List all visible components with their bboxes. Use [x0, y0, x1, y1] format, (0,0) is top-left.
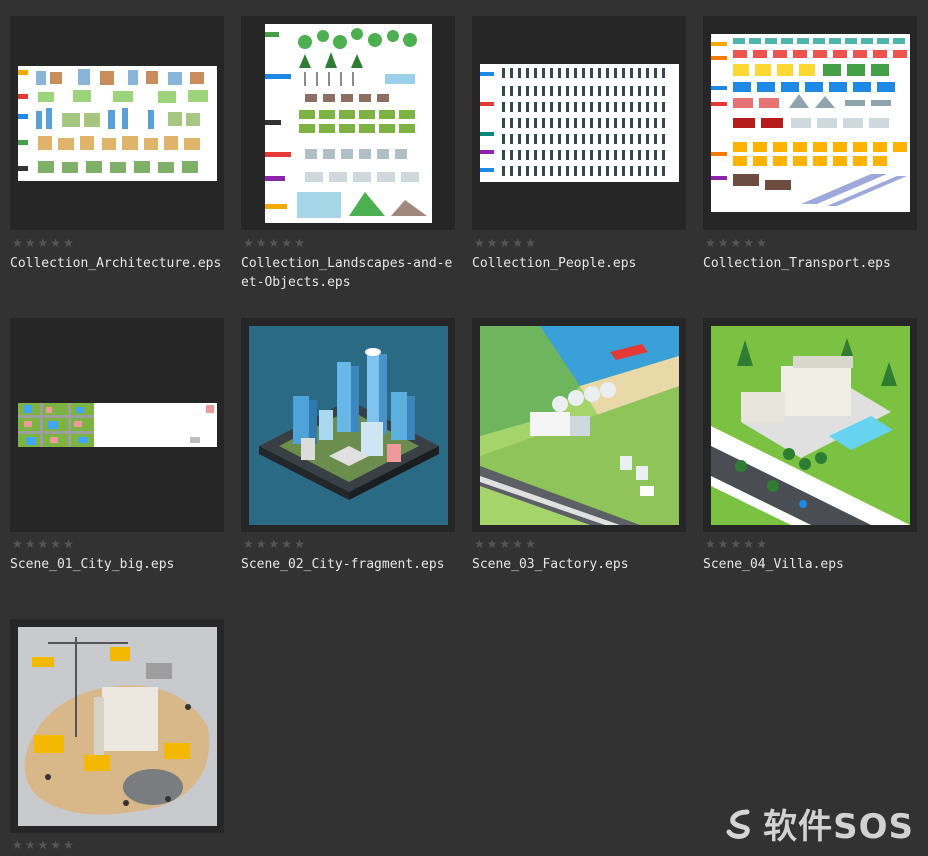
file-tile-villa[interactable]: [703, 318, 917, 532]
star-icon[interactable]: ★: [705, 237, 716, 249]
star-icon[interactable]: ★: [474, 237, 485, 249]
star-icon[interactable]: ★: [705, 538, 716, 550]
file-tile-landscapes[interactable]: [241, 16, 455, 230]
rating-stars-construction[interactable]: ★ ★ ★ ★ ★: [12, 839, 74, 851]
star-icon[interactable]: ★: [731, 237, 742, 249]
file-name[interactable]: Collection_Landscapes-and-eet-Objects.ep…: [241, 254, 455, 292]
thumbnail-factory: [479, 325, 679, 525]
thumbnail-people: [479, 64, 679, 182]
star-icon[interactable]: ★: [63, 237, 74, 249]
star-icon[interactable]: ★: [756, 237, 767, 249]
file-name[interactable]: Collection_Architecture.eps: [10, 254, 224, 273]
swirl-logo-icon: [726, 809, 750, 839]
star-icon[interactable]: ★: [12, 237, 23, 249]
star-icon[interactable]: ★: [731, 538, 742, 550]
file-name[interactable]: Collection_People.eps: [472, 254, 686, 273]
star-icon[interactable]: ★: [50, 237, 61, 249]
star-icon[interactable]: ★: [512, 538, 523, 550]
watermark-text: 软件SOS: [763, 807, 914, 847]
watermark: 软件SOS: [725, 799, 914, 848]
star-icon[interactable]: ★: [50, 839, 61, 851]
rating-stars-landscapes[interactable]: ★ ★ ★ ★ ★: [243, 237, 305, 249]
star-icon[interactable]: ★: [743, 237, 754, 249]
star-icon[interactable]: ★: [38, 839, 49, 851]
star-icon[interactable]: ★: [294, 237, 305, 249]
file-name[interactable]: Scene_01_City_big.eps: [10, 555, 224, 574]
star-icon[interactable]: ★: [294, 538, 305, 550]
star-icon[interactable]: ★: [38, 538, 49, 550]
thumbnail-construction: [17, 626, 217, 826]
file-name[interactable]: Collection_Transport.eps: [703, 254, 917, 273]
star-icon[interactable]: ★: [12, 839, 23, 851]
rating-stars-city-fragment[interactable]: ★ ★ ★ ★ ★: [243, 538, 305, 550]
star-icon[interactable]: ★: [50, 538, 61, 550]
thumbnail-transport: [710, 34, 910, 212]
thumbnail-city-big: [17, 403, 217, 447]
file-tile-architecture[interactable]: [10, 16, 224, 230]
star-icon[interactable]: ★: [525, 237, 536, 249]
rating-stars-city-big[interactable]: ★ ★ ★ ★ ★: [12, 538, 74, 550]
star-icon[interactable]: ★: [474, 538, 485, 550]
star-icon[interactable]: ★: [256, 538, 267, 550]
star-icon[interactable]: ★: [756, 538, 767, 550]
star-icon[interactable]: ★: [487, 237, 498, 249]
file-name[interactable]: Scene_03_Factory.eps: [472, 555, 686, 574]
file-name[interactable]: Scene_02_City-fragment.eps: [241, 555, 455, 574]
star-icon[interactable]: ★: [63, 839, 74, 851]
file-tile-factory[interactable]: [472, 318, 686, 532]
star-icon[interactable]: ★: [243, 538, 254, 550]
star-icon[interactable]: ★: [281, 538, 292, 550]
thumbnail-architecture: [17, 65, 217, 181]
rating-stars-architecture[interactable]: ★ ★ ★ ★ ★: [12, 237, 74, 249]
star-icon[interactable]: ★: [487, 538, 498, 550]
star-icon[interactable]: ★: [63, 538, 74, 550]
star-icon[interactable]: ★: [256, 237, 267, 249]
star-icon[interactable]: ★: [512, 237, 523, 249]
rating-stars-villa[interactable]: ★ ★ ★ ★ ★: [705, 538, 767, 550]
star-icon[interactable]: ★: [281, 237, 292, 249]
rating-stars-transport[interactable]: ★ ★ ★ ★ ★: [705, 237, 767, 249]
star-icon[interactable]: ★: [269, 237, 280, 249]
star-icon[interactable]: ★: [500, 237, 511, 249]
star-icon[interactable]: ★: [525, 538, 536, 550]
file-name[interactable]: Scene_04_Villa.eps: [703, 555, 917, 574]
thumbnail-villa: [710, 325, 910, 525]
rating-stars-people[interactable]: ★ ★ ★ ★ ★: [474, 237, 536, 249]
star-icon[interactable]: ★: [500, 538, 511, 550]
star-icon[interactable]: ★: [718, 237, 729, 249]
star-icon[interactable]: ★: [12, 538, 23, 550]
file-tile-construction[interactable]: [10, 619, 224, 833]
star-icon[interactable]: ★: [243, 237, 254, 249]
star-icon[interactable]: ★: [25, 839, 36, 851]
file-tile-transport[interactable]: [703, 16, 917, 230]
star-icon[interactable]: ★: [38, 237, 49, 249]
thumbnail-landscapes: [264, 23, 432, 223]
file-tile-city-big[interactable]: [10, 318, 224, 532]
star-icon[interactable]: ★: [718, 538, 729, 550]
file-tile-people[interactable]: [472, 16, 686, 230]
file-tile-city-fragment[interactable]: [241, 318, 455, 532]
star-icon[interactable]: ★: [743, 538, 754, 550]
rating-stars-factory[interactable]: ★ ★ ★ ★ ★: [474, 538, 536, 550]
star-icon[interactable]: ★: [269, 538, 280, 550]
thumbnail-city-fragment: [248, 325, 448, 525]
star-icon[interactable]: ★: [25, 538, 36, 550]
star-icon[interactable]: ★: [25, 237, 36, 249]
